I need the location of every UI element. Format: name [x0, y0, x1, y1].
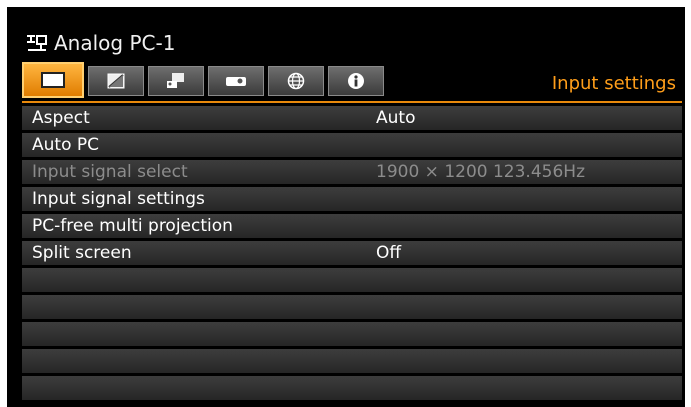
tab-input-settings[interactable] [22, 62, 84, 98]
menu-item-label: PC-free multi projection [32, 216, 233, 236]
menu-item-empty [22, 268, 682, 292]
menu-item-input-signal-settings[interactable]: Input signal settings [22, 187, 682, 211]
tab-information[interactable] [328, 66, 384, 96]
menu-item-value: 1900 × 1200 123.456Hz [376, 162, 585, 182]
menu-item-input-signal-select: Input signal select 1900 × 1200 123.456H… [22, 160, 682, 184]
menu-item-label: Input signal select [32, 162, 188, 182]
menu-item-empty [22, 295, 682, 319]
image-adjust-icon [107, 73, 125, 89]
tab-install-settings[interactable] [148, 66, 204, 96]
menu-item-value: Off [376, 243, 402, 263]
menu-tabs [22, 62, 388, 102]
tab-underline [22, 101, 682, 103]
osd-frame: Analog PC-1 Input settings Aspect Auto A… [7, 7, 685, 407]
menu-item-auto-pc[interactable]: Auto PC [22, 133, 682, 157]
system-settings-icon [226, 77, 246, 86]
input-source-icon [27, 35, 47, 51]
network-icon [287, 72, 305, 90]
menu-item-value: Auto [376, 108, 416, 128]
menu-item-empty [22, 349, 682, 373]
tab-network[interactable] [268, 66, 324, 96]
information-icon [348, 73, 364, 89]
source-header: Analog PC-1 [24, 28, 175, 58]
menu-item-empty [22, 376, 682, 400]
input-settings-icon [41, 72, 65, 88]
source-name: Analog PC-1 [54, 31, 176, 55]
menu-item-label: Input signal settings [32, 189, 205, 209]
section-title: Input settings [551, 72, 676, 94]
install-settings-icon [167, 73, 184, 88]
menu-item-split-screen[interactable]: Split screen Off [22, 241, 682, 265]
tab-image-adjust[interactable] [88, 66, 144, 96]
menu-item-pc-free-multi-projection[interactable]: PC-free multi projection [22, 214, 682, 238]
osd-menu: Analog PC-1 Input settings Aspect Auto A… [10, 10, 682, 407]
menu-list: Aspect Auto Auto PC Input signal select … [22, 106, 682, 403]
menu-item-label: Aspect [32, 108, 90, 128]
menu-item-label: Auto PC [32, 135, 99, 155]
tab-system-settings[interactable] [208, 66, 264, 96]
menu-item-aspect[interactable]: Aspect Auto [22, 106, 682, 130]
menu-item-label: Split screen [32, 243, 132, 263]
menu-item-empty [22, 322, 682, 346]
